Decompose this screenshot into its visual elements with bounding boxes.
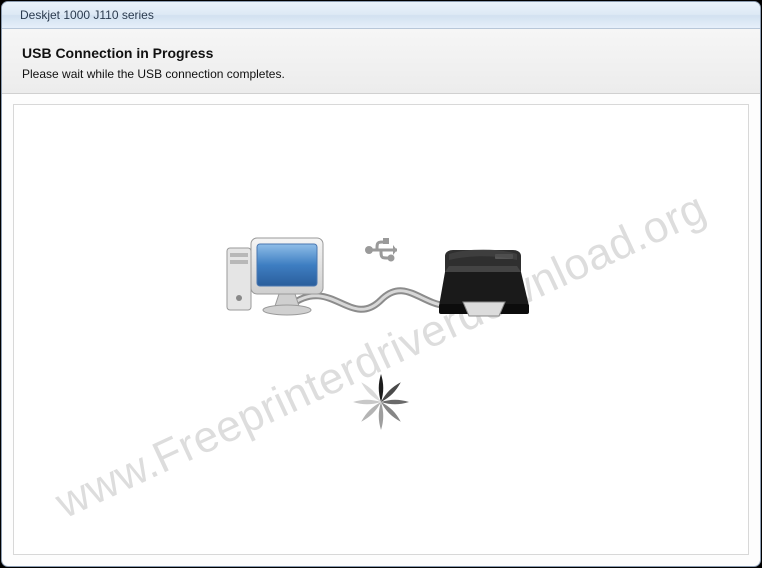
header-panel: USB Connection in Progress Please wait w… <box>2 29 760 94</box>
computer-monitor-icon <box>227 238 323 315</box>
window-title: Deskjet 1000 J110 series <box>20 8 154 22</box>
printer-icon <box>439 250 529 317</box>
installer-window: Deskjet 1000 J110 series USB Connection … <box>1 1 761 567</box>
page-subtitle: Please wait while the USB connection com… <box>22 67 740 81</box>
loading-spinner-icon <box>349 370 413 434</box>
content-panel: www.Freeprinterdriverdownload.org <box>13 104 749 555</box>
connection-illustration <box>221 220 541 340</box>
usb-symbol-icon <box>365 238 397 262</box>
page-title: USB Connection in Progress <box>22 45 740 61</box>
window-titlebar: Deskjet 1000 J110 series <box>2 2 760 29</box>
